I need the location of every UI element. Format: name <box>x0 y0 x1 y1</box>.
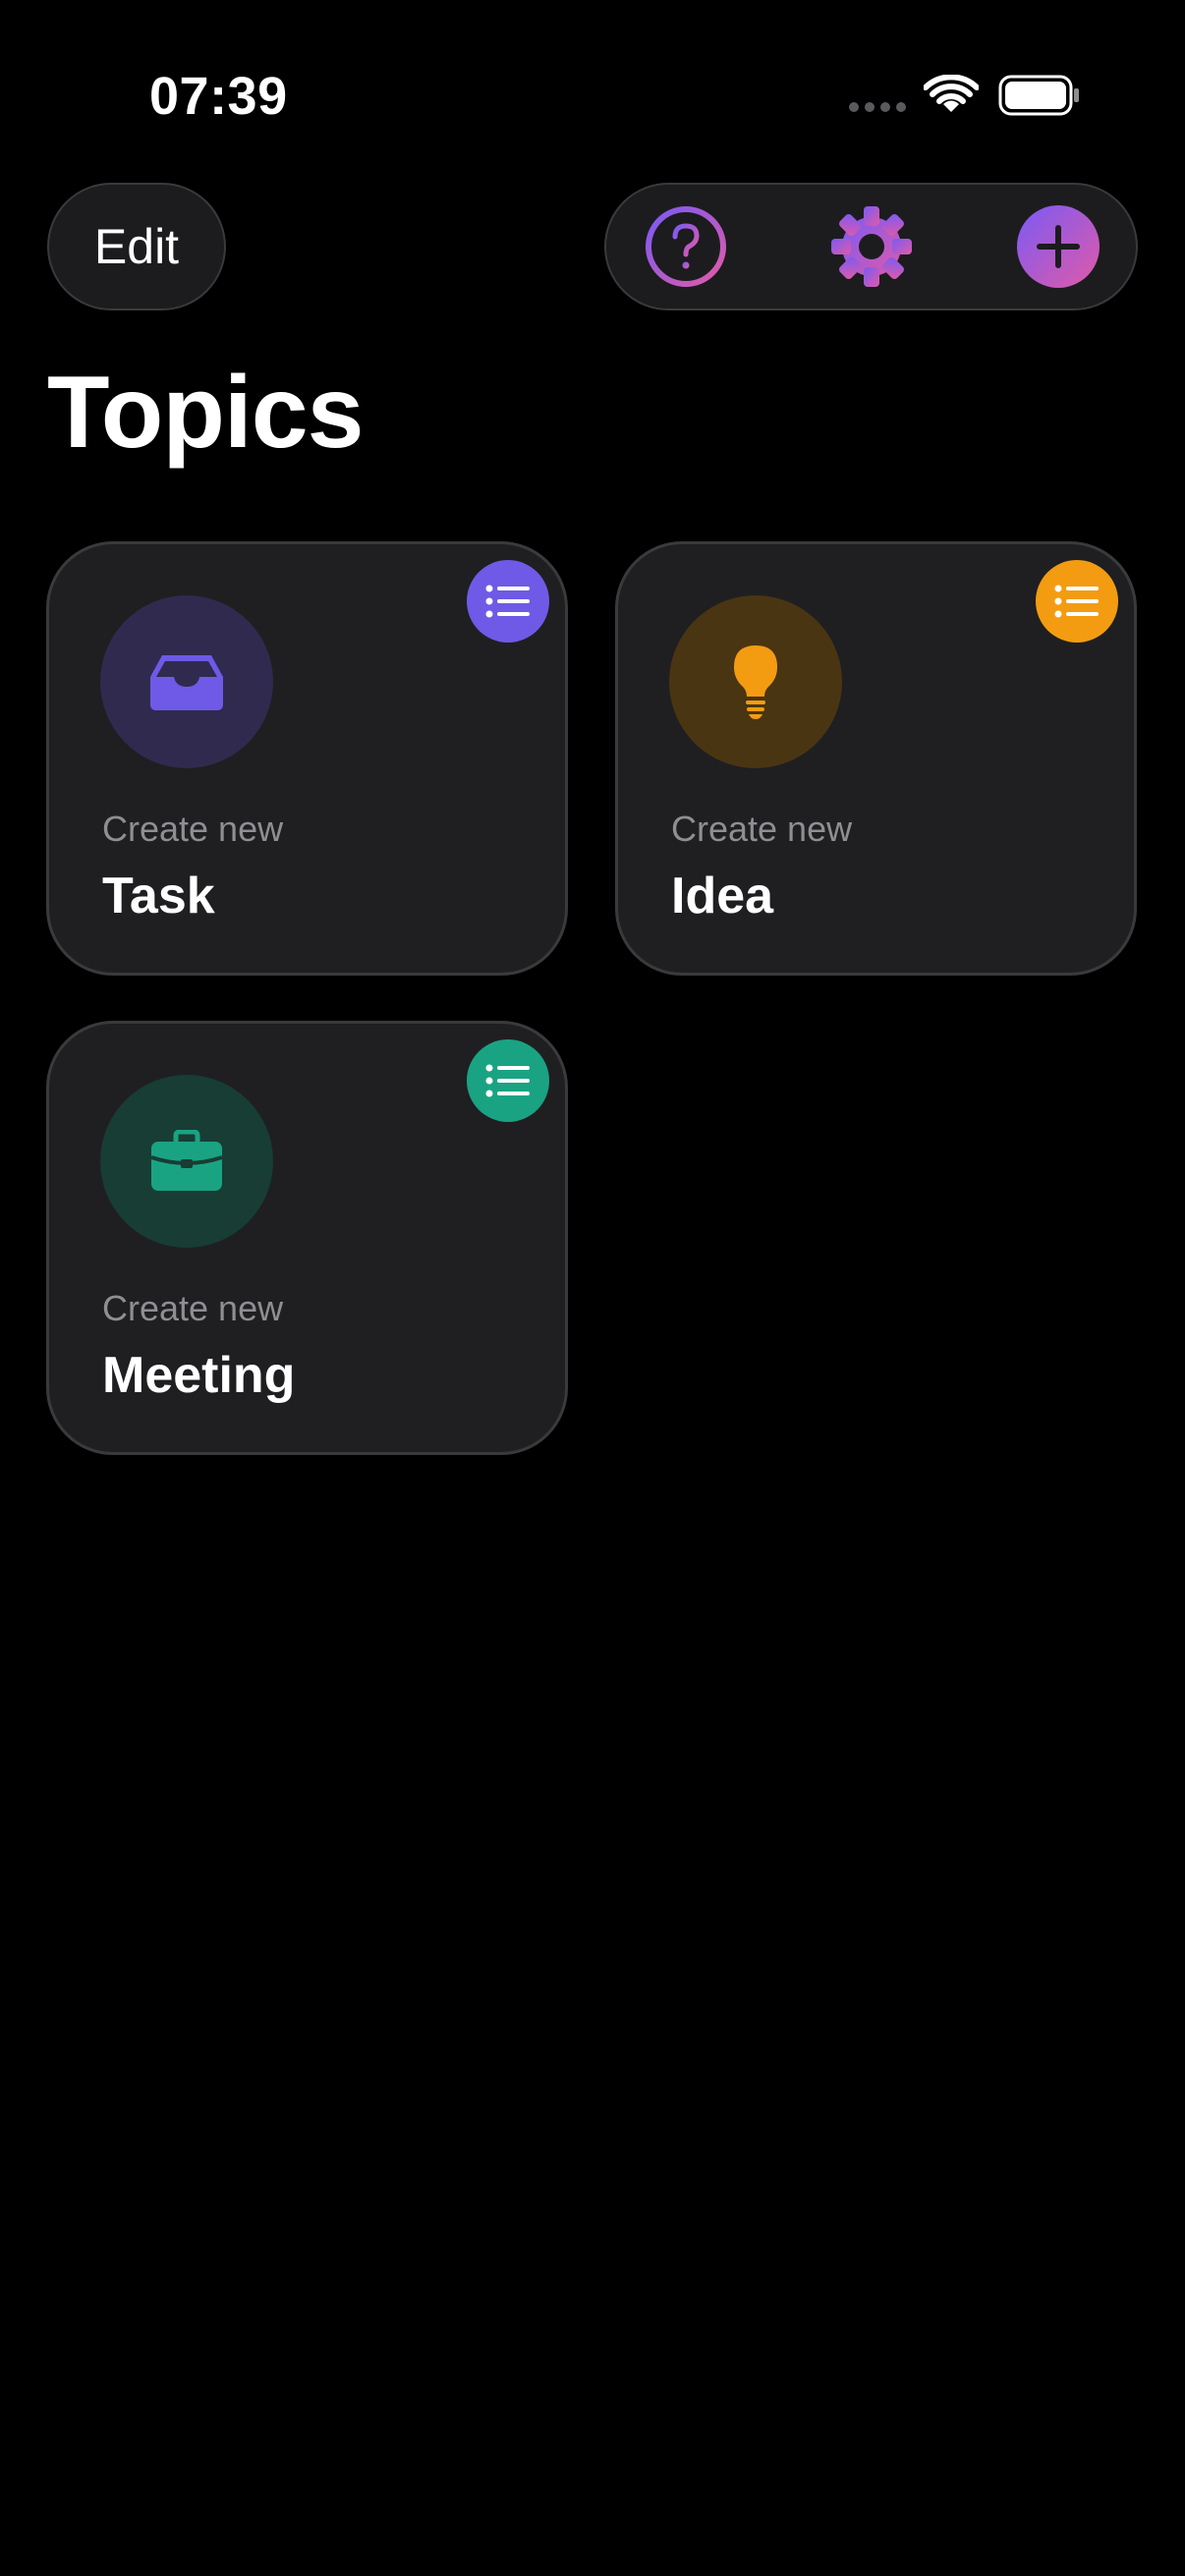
card-subtitle: Create new <box>102 809 284 849</box>
card-title: Task <box>102 868 215 924</box>
list-icon <box>485 585 530 618</box>
topic-icon-circle <box>669 595 842 768</box>
add-button[interactable] <box>1016 204 1100 289</box>
help-button[interactable] <box>644 204 728 289</box>
topic-icon-circle <box>100 1075 273 1248</box>
page-title: Topics <box>47 356 364 470</box>
briefcase-icon <box>150 1130 223 1191</box>
cellular-signal-icon <box>849 102 906 112</box>
list-view-button[interactable] <box>467 1039 549 1122</box>
lightbulb-icon <box>734 645 777 719</box>
card-subtitle: Create new <box>671 809 853 849</box>
topic-card-idea[interactable]: Create new Idea <box>615 541 1137 976</box>
topic-card-task[interactable]: Create new Task <box>46 541 568 976</box>
list-view-button[interactable] <box>1036 560 1118 643</box>
status-time: 07:39 <box>149 67 288 126</box>
topic-card-meeting[interactable]: Create new Meeting <box>46 1021 568 1455</box>
card-title: Idea <box>671 868 774 924</box>
inbox-tray-icon <box>150 655 223 710</box>
battery-icon <box>998 75 1079 116</box>
card-title: Meeting <box>102 1347 296 1404</box>
topic-icon-circle <box>100 595 273 768</box>
wifi-icon <box>924 75 979 112</box>
question-mark-icon <box>646 206 726 287</box>
top-toolbar <box>604 183 1138 310</box>
settings-button[interactable] <box>829 204 914 289</box>
gear-icon <box>831 206 912 287</box>
list-view-button[interactable] <box>467 560 549 643</box>
list-icon <box>485 1064 530 1097</box>
edit-button[interactable]: Edit <box>47 183 226 310</box>
list-icon <box>1054 585 1099 618</box>
plus-icon <box>1017 205 1100 288</box>
card-subtitle: Create new <box>102 1288 284 1328</box>
